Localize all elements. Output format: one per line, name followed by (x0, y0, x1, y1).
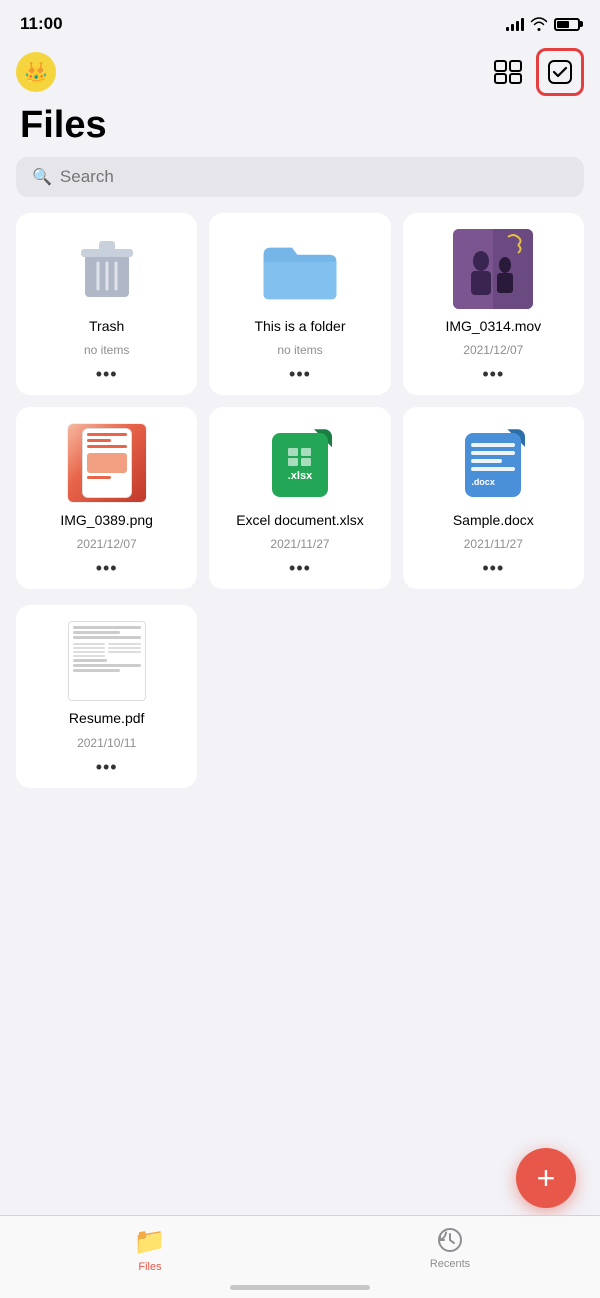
status-time: 11:00 (20, 14, 63, 34)
wifi-icon (530, 17, 548, 31)
status-bar: 11:00 (0, 0, 600, 44)
status-icons (506, 17, 580, 31)
recents-tab-icon (436, 1226, 464, 1254)
pdf-thumbnail (67, 621, 147, 701)
tab-recents[interactable]: Recents (410, 1226, 490, 1270)
file-meta-folder: no items (277, 343, 322, 357)
add-button[interactable]: + (516, 1148, 576, 1208)
trash-icon (67, 229, 147, 309)
file-more-png[interactable]: ••• (96, 559, 118, 577)
file-card-pdf[interactable]: Resume.pdf 2021/10/11 ••• (16, 605, 197, 787)
files-grid-bottom: Resume.pdf 2021/10/11 ••• (0, 605, 600, 787)
file-name-trash: Trash (89, 317, 124, 335)
file-more-docx[interactable]: ••• (482, 559, 504, 577)
signal-icon (506, 17, 524, 31)
file-meta-docx: 2021/11/27 (464, 537, 523, 551)
file-more-trash[interactable]: ••• (96, 365, 118, 383)
video-thumbnail (453, 229, 533, 309)
docx-icon: .docx (453, 423, 533, 503)
file-card-trash[interactable]: Trash no items ••• (16, 213, 197, 395)
tab-recents-label: Recents (430, 1258, 470, 1270)
file-name-folder: This is a folder (254, 317, 345, 335)
file-meta-pdf: 2021/10/11 (77, 736, 136, 750)
file-meta-png: 2021/12/07 (77, 537, 137, 551)
file-card-docx[interactable]: .docx Sample.docx 2021/11/27 ••• (403, 407, 584, 589)
file-card-folder[interactable]: This is a folder no items ••• (209, 213, 390, 395)
files-tab-icon: 📁 (134, 1226, 166, 1257)
folder-icon (260, 229, 340, 309)
tab-files-label: Files (138, 1261, 161, 1273)
file-card-png[interactable]: IMG_0389.png 2021/12/07 ••• (16, 407, 197, 589)
file-name-pdf: Resume.pdf (69, 709, 144, 727)
file-name-video: IMG_0314.mov (445, 317, 541, 335)
file-card-video[interactable]: IMG_0314.mov 2021/12/07 ••• (403, 213, 584, 395)
grid-view-button[interactable] (488, 52, 528, 92)
xlsx-icon: .xlsx (260, 423, 340, 503)
file-more-xlsx[interactable]: ••• (289, 559, 311, 577)
tab-files[interactable]: 📁 Files (110, 1226, 190, 1273)
plus-icon: + (537, 1162, 556, 1194)
checkmark-square-icon (547, 59, 573, 85)
file-meta-video: 2021/12/07 (463, 343, 523, 357)
header: 👑 (0, 44, 600, 100)
battery-icon (554, 18, 580, 31)
header-actions (488, 48, 584, 96)
file-more-pdf[interactable]: ••• (96, 758, 118, 776)
avatar[interactable]: 👑 (16, 52, 56, 92)
select-button[interactable] (536, 48, 584, 96)
search-bar[interactable]: 🔍 (16, 157, 584, 197)
search-container: 🔍 (0, 157, 600, 213)
png-thumbnail (67, 423, 147, 503)
file-meta-trash: no items (84, 343, 129, 357)
page-title: Files (0, 100, 600, 157)
files-grid: Trash no items ••• This is a folder no i… (0, 213, 600, 589)
file-meta-xlsx: 2021/11/27 (270, 537, 329, 551)
search-icon: 🔍 (32, 167, 52, 187)
file-name-xlsx: Excel document.xlsx (236, 511, 364, 529)
home-indicator (230, 1285, 370, 1290)
file-more-video[interactable]: ••• (482, 365, 504, 383)
file-more-folder[interactable]: ••• (289, 365, 311, 383)
search-input[interactable] (60, 167, 568, 187)
file-card-xlsx[interactable]: .xlsx Excel document.xlsx 2021/11/27 ••• (209, 407, 390, 589)
file-name-png: IMG_0389.png (60, 511, 153, 529)
grid-icon (494, 60, 522, 84)
file-name-docx: Sample.docx (453, 511, 534, 529)
